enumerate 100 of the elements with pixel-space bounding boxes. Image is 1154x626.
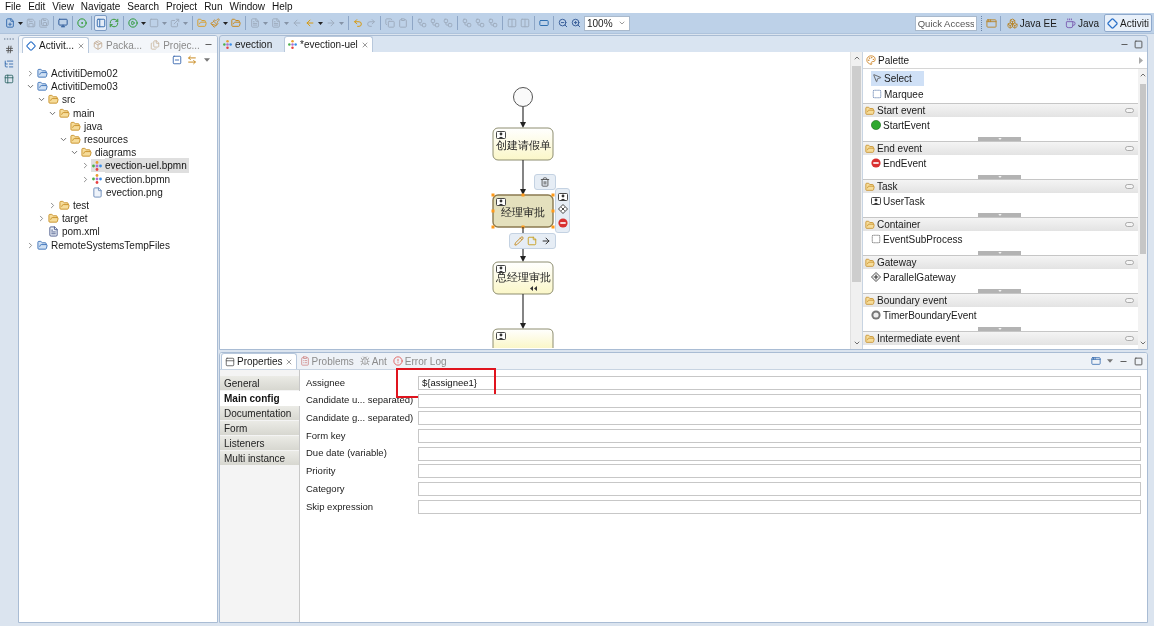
drawer-scroll-button[interactable] [978, 213, 1021, 217]
palette-tool[interactable]: Select [871, 70, 924, 86]
table-icon[interactable] [4, 74, 14, 84]
palette-item[interactable]: StartEvent [871, 118, 930, 132]
caret-icon[interactable] [17, 21, 23, 25]
view-menu-icon[interactable] [1107, 359, 1113, 363]
sequence-flow-arrow[interactable] [520, 106, 526, 128]
close-icon[interactable] [360, 40, 369, 49]
section-tab[interactable]: Form [220, 421, 299, 436]
section-tab[interactable]: Main config [220, 391, 300, 406]
drawer-header[interactable]: Intermediate event [863, 331, 1138, 345]
resize-handle[interactable] [551, 193, 555, 197]
panel-button[interactable] [94, 15, 107, 31]
text-field[interactable] [418, 411, 1141, 426]
drawer-header[interactable]: End event [863, 141, 1138, 155]
resize-handle[interactable] [521, 225, 525, 229]
arrow-right-icon[interactable] [541, 236, 552, 246]
drag-handle-icon[interactable] [4, 38, 14, 40]
tree-item[interactable]: src [62, 92, 78, 108]
scroll-down-icon[interactable] [852, 339, 861, 347]
triangle-right-icon[interactable] [1139, 56, 1143, 64]
close-icon[interactable] [284, 357, 293, 366]
new-window-icon[interactable] [1091, 356, 1101, 366]
menu-item[interactable]: Window [226, 0, 269, 13]
close-icon[interactable] [77, 41, 85, 50]
window-icon[interactable] [985, 17, 997, 29]
scroll-up-icon[interactable] [852, 54, 861, 62]
chevron-right-icon[interactable] [48, 200, 57, 210]
chevron-right-icon[interactable] [26, 69, 35, 79]
gateway-icon[interactable] [557, 204, 568, 215]
palette-item[interactable]: TimerBoundaryEvent [871, 308, 977, 322]
caret-icon[interactable] [140, 21, 146, 25]
menu-item[interactable]: View [48, 0, 78, 13]
quick-access-field[interactable]: Quick Access [914, 15, 977, 31]
menu-item[interactable]: Edit [24, 0, 49, 13]
palette-item[interactable]: UserTask [871, 194, 925, 208]
user-task-icon[interactable] [557, 192, 568, 201]
pill-icon[interactable] [1125, 108, 1134, 113]
tree-item[interactable]: resources [84, 132, 130, 148]
end-event-icon[interactable] [557, 218, 568, 229]
drawer-scroll-button[interactable] [978, 137, 1021, 141]
resize-handle[interactable] [491, 193, 495, 197]
resize-handle[interactable] [491, 225, 495, 229]
chevron-right-icon[interactable] [26, 240, 35, 250]
ring-button[interactable] [75, 15, 88, 31]
drawer-header[interactable]: Gateway [863, 255, 1138, 269]
menu-item[interactable]: Run [200, 0, 226, 13]
text-field[interactable] [418, 499, 1141, 514]
section-tab[interactable]: General [220, 376, 299, 391]
editor-tab[interactable]: *evection-uel [284, 36, 373, 52]
user-task-node[interactable]: 总经理审批 [492, 261, 554, 295]
vertical-scrollbar[interactable] [850, 52, 862, 349]
drawer-header[interactable]: Start event [863, 103, 1138, 117]
tree-item[interactable]: RemoteSystemsTempFiles [51, 237, 172, 253]
tree-item[interactable]: evection.png [106, 184, 165, 200]
scrollbar-thumb[interactable] [1139, 84, 1146, 254]
caret-icon[interactable] [317, 21, 323, 25]
palette-item[interactable]: ParallelGateway [871, 270, 956, 284]
pill-icon[interactable] [1125, 146, 1134, 151]
text-field[interactable] [418, 481, 1141, 496]
menu-item[interactable]: Help [268, 0, 297, 13]
pill-icon[interactable] [1125, 260, 1134, 265]
list-tree-icon[interactable] [4, 59, 14, 69]
sequence-flow-arrow[interactable] [520, 293, 526, 329]
editor-tab[interactable]: evection [221, 36, 284, 52]
vertical-scrollbar[interactable] [1138, 69, 1147, 349]
pill-icon[interactable] [1125, 298, 1134, 303]
tree-item[interactable]: evection.bpmn [105, 171, 173, 187]
user-task-node[interactable] [492, 328, 554, 348]
drawer-scroll-button[interactable] [978, 175, 1021, 179]
tree-item[interactable]: pom.xml [62, 224, 102, 240]
drawer-scroll-button[interactable] [978, 251, 1021, 255]
tree-item[interactable]: target [62, 211, 90, 227]
chevron-right-icon[interactable] [37, 214, 46, 224]
user-task-node[interactable]: 经理审批 [492, 194, 554, 228]
drawer-header[interactable]: Task [863, 179, 1138, 193]
resize-handle[interactable] [491, 209, 495, 213]
palette-tool[interactable]: Marquee [871, 86, 924, 102]
menu-item[interactable]: Search [123, 0, 163, 13]
view-tab[interactable]: Activit... [22, 37, 89, 53]
tree-item[interactable]: main [73, 105, 97, 121]
drawer-header[interactable]: Boundary event [863, 293, 1138, 307]
section-tab[interactable]: Listeners [220, 436, 299, 451]
perspective-button[interactable]: Java [1061, 14, 1103, 32]
zoom-combo[interactable]: 100% [584, 15, 630, 31]
tree-item[interactable]: java [84, 118, 105, 134]
text-field[interactable] [418, 393, 1141, 408]
resize-handle[interactable] [551, 209, 555, 213]
menu-item[interactable]: Navigate [77, 0, 124, 13]
menu-item[interactable]: Project [162, 0, 201, 13]
palette-item[interactable]: EndEvent [871, 156, 927, 170]
user-task-node[interactable]: 创建请假单 [492, 127, 554, 161]
section-tab[interactable]: Documentation [220, 406, 299, 421]
sequence-flow-arrow[interactable] [520, 159, 526, 195]
drawer-scroll-button[interactable] [978, 289, 1021, 293]
maximize-icon[interactable] [1134, 356, 1143, 366]
hash-icon[interactable] [4, 45, 14, 54]
caret-icon[interactable] [222, 21, 228, 25]
pill-icon[interactable] [1125, 184, 1134, 189]
palette-item[interactable]: EventSubProcess [871, 232, 963, 246]
